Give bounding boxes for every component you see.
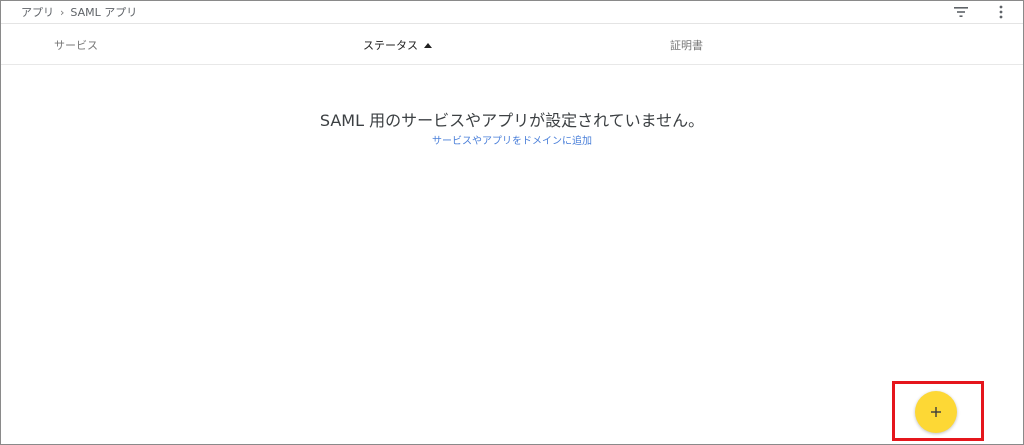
top-bar: アプリ › SAML アプリ — [1, 1, 1023, 24]
breadcrumb: アプリ › SAML アプリ — [21, 4, 137, 20]
sort-ascending-icon — [424, 42, 432, 48]
add-service-link[interactable]: サービスやアプリをドメインに追加 — [432, 136, 592, 147]
breadcrumb-separator: › — [60, 5, 65, 19]
table-header: サービス ステータス 証明書 — [1, 24, 1023, 65]
column-header-status[interactable]: ステータス — [363, 37, 432, 53]
column-header-service[interactable]: サービス — [54, 37, 98, 53]
add-app-fab-button[interactable] — [915, 391, 957, 433]
app-frame: アプリ › SAML アプリ サービス ステータス 証明書 SAML 用のサービ… — [0, 0, 1024, 445]
more-vert-icon[interactable] — [992, 3, 1010, 21]
empty-state-add-link-row: サービスやアプリをドメインに追加 — [1, 132, 1023, 147]
filter-icon[interactable] — [952, 3, 970, 21]
empty-state-message: SAML 用のサービスやアプリが設定されていません。 — [319, 111, 705, 130]
column-header-status-label: ステータス — [363, 39, 418, 52]
breadcrumb-apps-link[interactable]: アプリ — [21, 4, 54, 20]
breadcrumb-current: SAML アプリ — [70, 6, 138, 19]
plus-icon — [931, 407, 941, 417]
column-header-certificate[interactable]: 証明書 — [670, 37, 703, 53]
